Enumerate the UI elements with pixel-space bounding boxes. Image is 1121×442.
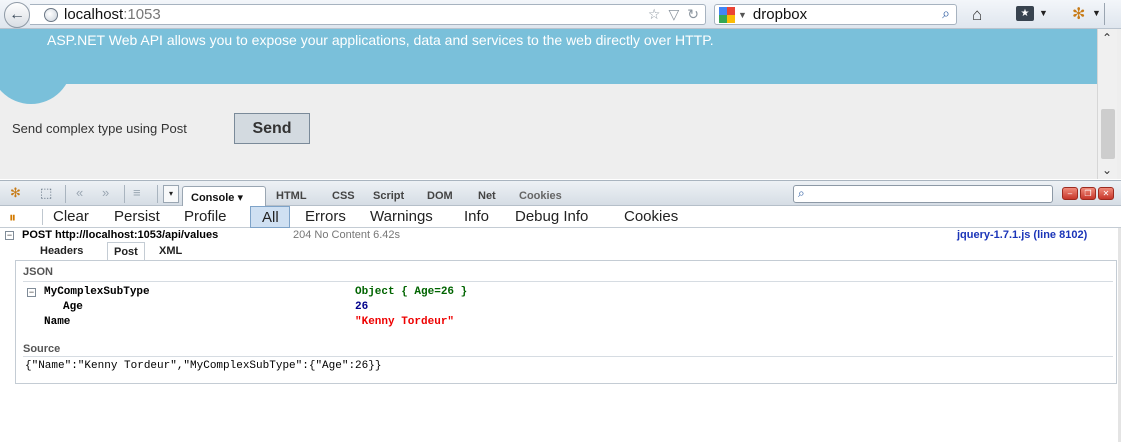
url-port: :1053: [123, 6, 161, 23]
json-key: Age: [63, 301, 83, 313]
tab-cookies[interactable]: Cookies: [519, 190, 562, 202]
json-value[interactable]: Object { Age=26 }: [355, 286, 467, 298]
tab-xml[interactable]: XML: [159, 245, 182, 257]
firebug-icon[interactable]: ✻: [10, 185, 21, 201]
panel-menu-dropdown[interactable]: ▾: [163, 185, 179, 203]
json-value: "Kenny Tordeur": [355, 316, 455, 328]
banner: ASP.NET Web API allows you to expose you…: [0, 29, 1097, 84]
profile-button[interactable]: Profile: [184, 208, 227, 225]
collapse-icon[interactable]: −: [27, 288, 36, 297]
firebug-toolbar: ✻ ⬚ « » ≡ ▾ Console ▾ HTML CSS Script DO…: [0, 180, 1121, 206]
search-bar[interactable]: ▼ dropbox ⌕: [714, 4, 957, 25]
request-row[interactable]: − POST http://localhost:1053/api/values …: [0, 228, 1121, 242]
window-controls: – ❐ ✕: [1062, 187, 1114, 200]
bookmarks-icon[interactable]: ★: [1016, 6, 1034, 21]
chevron-down-icon[interactable]: ▼: [1039, 8, 1048, 18]
address-bar[interactable]: localhost:1053 ☆ ▽ ↻: [30, 4, 706, 25]
firebug-icon[interactable]: ✻: [1072, 4, 1085, 24]
divider: [42, 209, 43, 225]
inspect-icon[interactable]: ⬚: [40, 185, 52, 201]
console-log: − POST http://localhost:1053/api/values …: [0, 228, 1121, 388]
browser-toolbar: ← localhost:1053 ☆ ▽ ↻ ▼ dropbox ⌕ ⌂ ★ ▼…: [0, 0, 1121, 29]
banner-decoration: [0, 59, 72, 104]
persist-button[interactable]: Persist: [114, 208, 160, 225]
divider: [23, 356, 1113, 357]
json-value: 26: [355, 301, 369, 313]
google-icon[interactable]: [719, 6, 735, 23]
page-viewport: ASP.NET Web API allows you to expose you…: [0, 29, 1121, 179]
arrow-left-icon: ←: [9, 6, 25, 23]
request-source-link[interactable]: jquery-1.7.1.js (line 8102): [957, 229, 1087, 241]
source-section-title: Source: [23, 343, 61, 355]
console-filter-bar: ⏸ Clear Persist Profile All Errors Warni…: [0, 206, 1121, 228]
clear-console-icon[interactable]: ⏸: [9, 209, 16, 226]
detach-icon[interactable]: ❐: [1080, 187, 1096, 200]
menu-icon[interactable]: ≡: [133, 185, 141, 200]
source-text: {"Name":"Kenny Tordeur","MyComplexSubTyp…: [25, 360, 382, 372]
tab-dom[interactable]: DOM: [427, 190, 453, 202]
divider: [65, 185, 66, 203]
globe-icon: [44, 7, 58, 22]
post-panel: JSON − MyComplexSubType Object { Age=26 …: [15, 260, 1117, 384]
url-host: localhost: [64, 6, 124, 23]
back-icon[interactable]: «: [76, 185, 83, 200]
filter-all-button[interactable]: All: [250, 206, 290, 228]
tab-script[interactable]: Script: [373, 190, 404, 202]
divider: [23, 281, 1113, 282]
tab-net[interactable]: Net: [478, 190, 496, 202]
scroll-down-icon[interactable]: ⌄: [1102, 163, 1112, 177]
request-tabs: Headers Post XML: [0, 242, 1121, 260]
tab-post[interactable]: Post: [107, 242, 145, 260]
filter-debug-info-button[interactable]: Debug Info: [515, 208, 588, 225]
tab-html[interactable]: HTML: [276, 190, 307, 202]
tab-headers[interactable]: Headers: [40, 245, 83, 257]
divider: [157, 185, 158, 203]
search-icon[interactable]: ⌕: [942, 5, 950, 22]
send-button[interactable]: Send: [234, 113, 310, 144]
filter-warnings-button[interactable]: Warnings: [370, 208, 433, 225]
tab-console[interactable]: Console ▾: [182, 186, 266, 206]
minimize-icon[interactable]: –: [1062, 187, 1078, 200]
chevron-down-icon[interactable]: ▼: [738, 10, 747, 20]
home-icon[interactable]: ⌂: [972, 5, 982, 25]
filter-info-button[interactable]: Info: [464, 208, 489, 225]
search-icon: ⌕: [798, 186, 805, 200]
filter-cookies-button[interactable]: Cookies: [624, 208, 678, 225]
collapse-icon[interactable]: −: [5, 231, 14, 240]
page-scrollbar[interactable]: ⌃ ⌄: [1097, 29, 1117, 179]
dropdown-arrow-icon[interactable]: ▽: [668, 6, 679, 23]
json-key: Name: [44, 316, 71, 328]
json-key[interactable]: MyComplexSubType: [44, 286, 150, 298]
banner-text: ASP.NET Web API allows you to expose you…: [47, 32, 714, 48]
scrollbar-thumb[interactable]: [1101, 109, 1115, 159]
reload-icon[interactable]: ↻: [687, 6, 699, 23]
filter-errors-button[interactable]: Errors: [305, 208, 346, 225]
json-section-title: JSON: [23, 266, 53, 278]
scroll-up-icon[interactable]: ⌃: [1102, 31, 1112, 45]
forward-icon[interactable]: »: [102, 185, 109, 200]
tab-label: Console: [191, 192, 235, 204]
tab-css[interactable]: CSS: [332, 190, 355, 202]
firebug-search-input[interactable]: ⌕: [793, 185, 1053, 203]
request-status: 204 No Content 6.42s: [293, 229, 401, 241]
close-icon[interactable]: ✕: [1098, 187, 1114, 200]
send-label: Send complex type using Post: [12, 121, 187, 136]
star-icon[interactable]: ☆: [648, 6, 661, 23]
back-button[interactable]: ←: [4, 2, 30, 28]
chevron-down-icon[interactable]: ▼: [1092, 8, 1101, 18]
request-line[interactable]: POST http://localhost:1053/api/values: [22, 229, 218, 241]
divider: [1104, 3, 1105, 25]
divider: [124, 185, 125, 203]
search-input[interactable]: dropbox: [753, 6, 807, 23]
clear-button[interactable]: Clear: [53, 208, 89, 225]
